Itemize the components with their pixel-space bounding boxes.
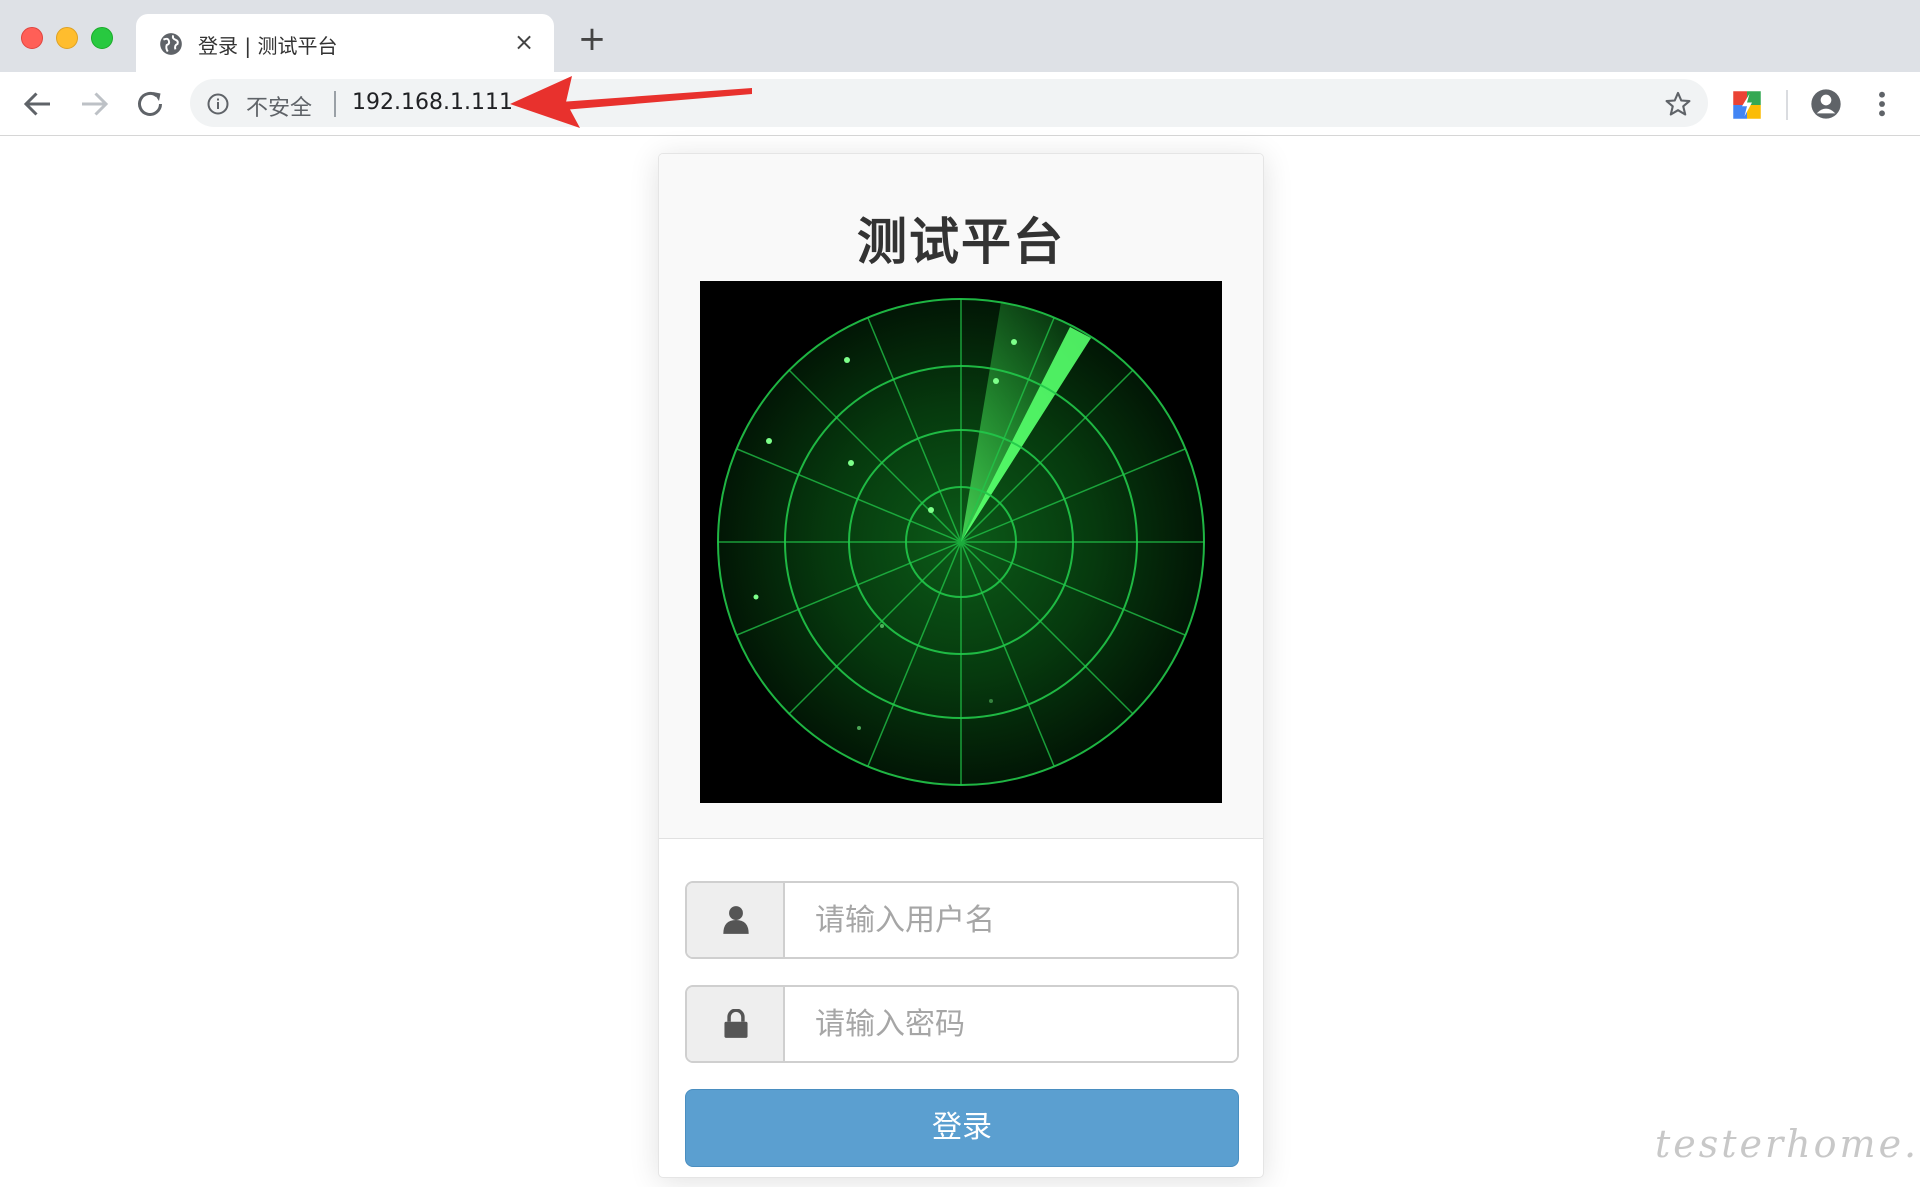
toolbar-divider (1786, 90, 1788, 120)
tab-active[interactable]: 登录 | 测试平台 × (136, 14, 554, 72)
username-group (685, 881, 1239, 959)
forward-icon[interactable] (76, 86, 112, 122)
tab-title: 登录 | 测试平台 (198, 34, 338, 58)
menu-icon[interactable] (1870, 88, 1894, 120)
window-minimize-button[interactable] (56, 27, 78, 49)
back-icon[interactable] (20, 86, 56, 122)
info-icon[interactable] (206, 92, 230, 116)
username-input[interactable] (787, 883, 1237, 957)
security-label[interactable]: 不安全 (246, 90, 312, 122)
lock-icon (724, 1009, 748, 1038)
page-title: 测试平台 (857, 213, 1065, 271)
browser-window: 登录 | 测试平台 × + 不安全 192.168.1.111 测试平台 请输入… (0, 0, 1920, 1187)
browser-toolbar: 不安全 192.168.1.111 (0, 72, 1920, 136)
extension-icon[interactable] (1732, 90, 1762, 120)
plus-icon[interactable]: + (574, 22, 610, 58)
password-group (685, 985, 1239, 1063)
reload-icon[interactable] (132, 86, 168, 122)
profile-icon[interactable] (1810, 88, 1842, 120)
address-bar[interactable]: 不安全 192.168.1.111 (190, 79, 1708, 127)
password-input[interactable] (787, 987, 1237, 1061)
watermark: testerhome.com (1655, 1122, 1920, 1166)
globe-icon (160, 33, 182, 55)
omnibox-divider (334, 91, 336, 117)
annotation-arrow (510, 76, 752, 128)
window-close-button[interactable] (21, 27, 43, 49)
page-viewport: 测试平台 请输入用户名 登录 (0, 137, 1920, 1187)
login-card-header: 测试平台 (659, 154, 1263, 839)
login-card: 测试平台 请输入用户名 登录 (658, 153, 1264, 1178)
password-addon (687, 987, 785, 1061)
radar-image (700, 281, 1222, 803)
url-text[interactable]: 192.168.1.111 (352, 90, 513, 115)
username-addon (687, 883, 785, 957)
star-icon[interactable] (1664, 90, 1692, 118)
window-maximize-button[interactable] (91, 27, 113, 49)
close-icon[interactable]: × (510, 28, 538, 56)
tab-strip: 登录 | 测试平台 × + (0, 0, 1920, 72)
user-icon (723, 906, 749, 934)
login-button[interactable]: 登录 (685, 1089, 1239, 1167)
